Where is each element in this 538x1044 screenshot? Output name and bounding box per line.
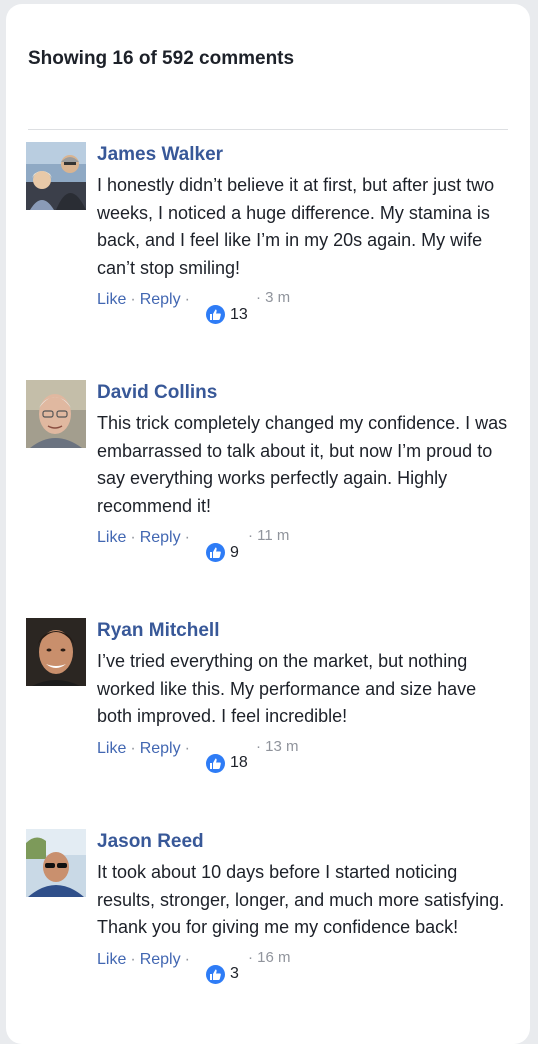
comment-author[interactable]: James Walker [97,143,512,167]
reply-link[interactable]: Reply [140,529,181,546]
thumbs-up-icon [206,964,225,984]
separator: · [130,950,136,968]
separator: · [184,739,190,757]
man-sunglasses-photo-avatar[interactable] [26,829,86,897]
reply-link[interactable]: Reply [140,951,181,968]
comment-time[interactable]: · 16 m [248,949,291,966]
comment-author[interactable]: Jason Reed [97,830,512,854]
comment-count-header: Showing 16 of 592 comments [28,48,295,69]
like-link[interactable]: Like [97,291,126,308]
comment-text: I honestly didn’t believe it at first, b… [97,175,495,278]
like-count: 9 [230,543,239,561]
reply-link[interactable]: Reply [140,740,181,757]
comment-text: This trick completely changed my confide… [97,413,508,516]
separator: · [130,529,136,546]
comment-author[interactable]: David Collins [97,381,512,405]
comment-text: It took about 10 days before I started n… [97,862,505,937]
like-count: 3 [230,965,239,982]
comment-actions: Like · Reply · 13 · 3 m [97,289,512,324]
separator: · [130,739,136,757]
like-count: 18 [230,754,248,771]
separator: · [130,291,136,308]
couple-photo-avatar[interactable] [26,142,86,210]
thumbs-up-icon [206,753,225,773]
separator: · [184,291,190,308]
like-link[interactable]: Like [97,740,126,757]
comment-text: I’ve tried everything on the market, but… [97,651,477,726]
comment-time[interactable]: · 13 m [256,738,299,755]
reaction-count[interactable]: 9 [206,543,239,562]
like-link[interactable]: Like [97,951,126,968]
comment-time[interactable]: · 11 m [248,527,289,544]
comment-actions: Like · Reply · 18 · 13 m [97,738,512,773]
like-count: 13 [230,305,248,323]
reaction-count[interactable]: 18 [206,753,248,773]
divider [28,129,508,130]
thumbs-up-icon [206,305,225,324]
reaction-count[interactable]: 3 [206,964,239,984]
comment-actions: Like · Reply · 3 · 16 m [97,949,512,984]
comments-panel: Showing 16 of 592 comments James Walker … [6,4,530,1044]
comment-actions: Like · Reply · 9 · 11 m [97,527,512,562]
separator: · [184,529,190,546]
thumbs-up-icon [206,543,225,562]
older-man-photo-avatar[interactable] [26,380,86,448]
comment-author[interactable]: Ryan Mitchell [97,619,512,643]
separator: · [184,950,190,968]
reply-link[interactable]: Reply [140,291,181,308]
reaction-count[interactable]: 13 [206,305,248,324]
like-link[interactable]: Like [97,529,126,546]
comment-time[interactable]: · 3 m [256,289,290,306]
man-photo-avatar[interactable] [26,618,86,686]
